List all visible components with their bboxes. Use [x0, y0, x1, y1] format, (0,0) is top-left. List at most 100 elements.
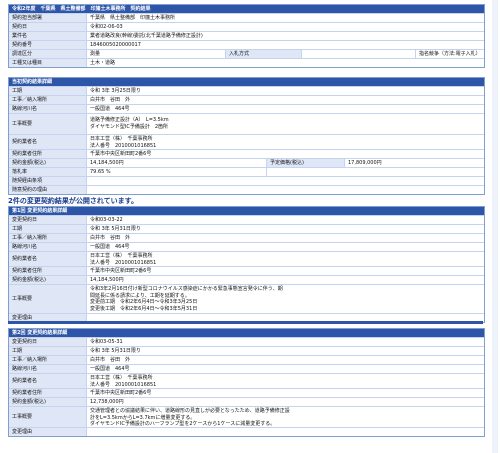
row-label: 契約日	[9, 23, 87, 31]
section-title: 当初契約結果詳細	[9, 78, 484, 86]
row-value: 土木・道路	[87, 59, 484, 67]
row-value: 千葉市中央区新田町2番6号	[87, 267, 484, 275]
info-row: 契約担当部署 千葉県 県土整備部 印旛土木事務所	[9, 13, 484, 22]
row-value	[87, 428, 484, 436]
row-value: 指名競争（方法:電子入札）	[416, 50, 484, 58]
row-value: 令和 3年 3月25日限り	[87, 87, 484, 95]
row-value: 千葉市中央区新田町2番6号	[87, 389, 484, 397]
row-value: 白井市 谷田 外	[87, 96, 484, 104]
row-label: 工事／納入場所	[9, 234, 87, 242]
detail-row: 工事概要 令和3年2月16日付け新型コロナウイルス感染症にかかる緊急事態宣言発令に…	[9, 284, 484, 313]
price-row: 契約金額(税込) 14,184,500円 予定価格(税込) 17,809,000…	[9, 158, 484, 167]
divider	[8, 321, 483, 324]
row-value	[302, 50, 416, 58]
row-value: 日本工営（株） 千葉事務所 法人番号 2010001016851	[87, 252, 484, 266]
row-label: 契約業者住所	[9, 150, 87, 158]
detail-row: 工期 令和 3年 5月31日限り	[9, 346, 484, 355]
detail-row: 工事／納入場所 白井市 谷田 外	[9, 233, 484, 242]
row-value: 令和02-06-03	[87, 23, 484, 31]
row-label: 契約担当部署	[9, 14, 87, 22]
procurement-type-row: 調達区分 測量 入札方式 指名競争（方法:電子入札）	[9, 49, 484, 58]
detail-row: 契約業者住所 千葉市中央区新田町2番6号	[9, 266, 484, 275]
row-value: 一般国道 464号	[87, 243, 484, 251]
change1-section: 第1回 変更契約結果詳細 変更契約日 令和03-03-22 工期 令和 3年 5月3…	[8, 206, 485, 323]
row-value: 令和03-03-22	[87, 216, 484, 224]
row-label: 工事概要	[9, 114, 87, 134]
detail-row: 契約業者名 日本工営（株） 千葉事務所 法人番号 2010001016851	[9, 251, 484, 266]
row-label: 変更契約日	[9, 216, 87, 224]
detail-row: 変更契約日 令和03-03-22	[9, 215, 484, 224]
row-label: 工事概要	[9, 407, 87, 427]
row-label: 変更契約日	[9, 338, 87, 346]
row-label: 予定価格(税込)	[267, 159, 345, 167]
row-value: 千葉県 県土整備部 印旛土木事務所	[87, 14, 484, 22]
info-row: 工種又は種目 土木・道路	[9, 58, 484, 67]
row-label: 工事概要	[9, 285, 87, 313]
row-label: 契約金額(税込)	[9, 398, 87, 406]
row-label: 契約業者名	[9, 135, 87, 149]
page: 令和2年度 千葉県 県土整備部 印旛土木事務所 契約結果 契約担当部署 千葉県 県…	[0, 0, 500, 453]
row-label: 随意契約の理由	[9, 186, 87, 194]
section-title: 第1回 変更契約結果詳細	[9, 207, 484, 215]
scrollbar[interactable]	[492, 0, 498, 453]
row-label: 契約金額(税込)	[9, 276, 87, 284]
row-value: 道路予備修正設計（A） L=3.5km ダイヤモンド型IC予備設計 2箇所	[87, 114, 484, 134]
section-title: 令和2年度 千葉県 県土整備部 印旛土木事務所 契約結果	[9, 5, 484, 13]
row-label: 調達区分	[9, 50, 87, 58]
row-label: 契約業者名	[9, 374, 87, 388]
row-label: 契約業者住所	[9, 389, 87, 397]
row-value: 日本工営（株） 千葉事務所 法人番号 2010001016851	[87, 135, 484, 149]
row-label: 契約金額(税込)	[9, 159, 87, 167]
detail-row: 路線河川名 一般国道 464号	[9, 242, 484, 251]
detail-row: 工期 令和 3年 5月31日限り	[9, 224, 484, 233]
row-value	[87, 177, 484, 185]
detail-row: 契約業者住所 千葉市中央区新田町2番6号	[9, 149, 484, 158]
detail-row: 契約業者名 日本工営（株） 千葉事務所 法人番号 2010001016851	[9, 134, 484, 149]
detail-row: 工事概要 交通管理者との協議結果に伴い、道路線形の見直しが必要となったため、道路予…	[9, 406, 484, 427]
section-title: 第2回 変更契約結果詳細	[9, 329, 484, 337]
row-label: 工種又は種目	[9, 59, 87, 67]
detail-row: 変更契約日 令和03-05-31	[9, 337, 484, 346]
row-label: 工期	[9, 87, 87, 95]
detail-row: 工事／納入場所 白井市 谷田 外	[9, 355, 484, 364]
row-label: 契約業者名	[9, 252, 87, 266]
row-label: 落札率	[9, 168, 87, 176]
row-label: 業件名	[9, 32, 87, 40]
original-contract-section: 当初契約結果詳細 工期 令和 3年 3月25日限り 工事／納入場所 白井市 谷田 外…	[8, 77, 485, 195]
row-label: 工期	[9, 347, 87, 355]
row-label: 随契経由条項	[9, 177, 87, 185]
info-row: 契約番号 1846005020000017	[9, 40, 484, 49]
detail-row: 落札率 79.65 %	[9, 167, 484, 176]
row-label: 契約業者住所	[9, 267, 87, 275]
row-label: 契約番号	[9, 41, 87, 49]
row-label: 路線河川名	[9, 105, 87, 113]
row-label: 変更理由	[9, 428, 87, 436]
row-value: 1846005020000017	[87, 41, 484, 49]
row-label: 工事／納入場所	[9, 96, 87, 104]
info-row: 業件名 業者道路改良(幹線)委託(北千葉道路予備修正設計)	[9, 31, 484, 40]
detail-row: 工事／納入場所 白井市 谷田 外	[9, 95, 484, 104]
row-value: 白井市 谷田 外	[87, 234, 484, 242]
detail-row: 変更理由	[9, 427, 484, 436]
detail-row: 契約業者名 日本工営（株） 千葉事務所 法人番号 2010001016851	[9, 373, 484, 388]
detail-row: 路線河川名 一般国道 464号	[9, 364, 484, 373]
row-value: 日本工営（株） 千葉事務所 法人番号 2010001016851	[87, 374, 484, 388]
detail-row: 契約金額(税込) 14,184,500円	[9, 275, 484, 284]
estimated-price: 17,809,000円	[345, 159, 484, 167]
row-value: 14,184,500円	[87, 276, 484, 284]
row-value: 白井市 谷田 外	[87, 356, 484, 364]
detail-row: 工事概要 道路予備修正設計（A） L=3.5km ダイヤモンド型IC予備設計 2箇…	[9, 113, 484, 134]
change2-section: 第2回 変更契約結果詳細 変更契約日 令和03-05-31 工期 令和 3年 5月3…	[8, 328, 485, 437]
row-label: 工事／納入場所	[9, 356, 87, 364]
contract-info-section: 令和2年度 千葉県 県土整備部 印旛土木事務所 契約結果 契約担当部署 千葉県 県…	[8, 4, 485, 68]
detail-row: 路線河川名 一般国道 464号	[9, 104, 484, 113]
row-value: 一般国道 464号	[87, 365, 484, 373]
detail-row: 契約業者住所 千葉市中央区新田町2番6号	[9, 388, 484, 397]
detail-row: 随契経由条項	[9, 176, 484, 185]
row-value: 79.65 %	[87, 168, 267, 176]
row-value: 令和 3年 5月31日限り	[87, 347, 484, 355]
row-value: 令和3年2月16日付け新型コロナウイルス感染症にかかる緊急事態宣言発令に伴う、期…	[87, 285, 484, 313]
row-value: 一般国道 464号	[87, 105, 484, 113]
detail-row: 契約金額(税込) 12,738,000円	[9, 397, 484, 406]
row-label: 工期	[9, 225, 87, 233]
